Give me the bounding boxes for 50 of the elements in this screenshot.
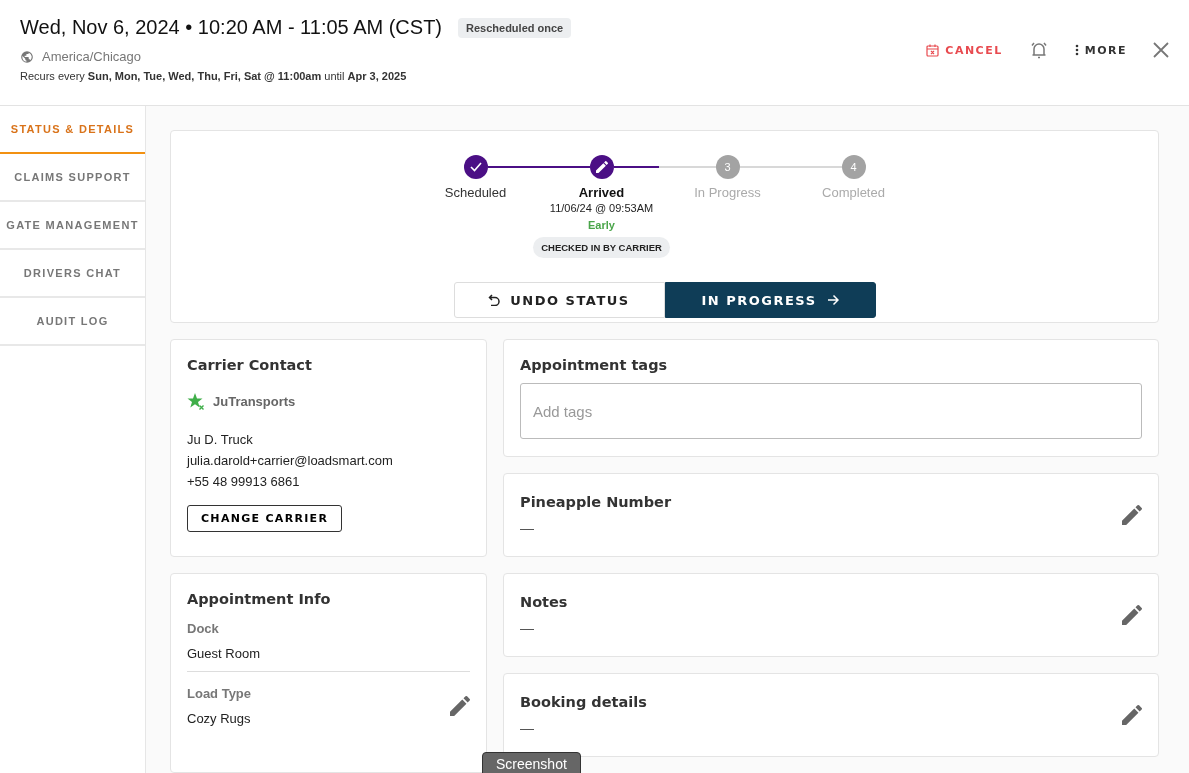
card-value: — (520, 620, 535, 636)
contact-name: Ju D. Truck (187, 432, 254, 447)
undo-status-button[interactable]: UNDO STATUS (453, 282, 665, 318)
edit-icon[interactable] (1122, 705, 1142, 725)
card-title: Appointment Info (187, 591, 332, 607)
more-button[interactable]: MORE (1074, 43, 1127, 57)
card-title: Booking details (520, 694, 647, 710)
step-label: Arrived (578, 185, 625, 200)
field-value: Cozy Rugs (187, 711, 252, 726)
recurrence-text: Recurs every Sun, Mon, Tue, Wed, Thu, Fri, Sat @ 11:00am until Apr 3, 2025 (20, 70, 408, 82)
tooltip: Screenshot (482, 752, 581, 773)
step-time: 11/06/24 @ 09:53AM (549, 202, 654, 214)
timezone: America/Chicago (42, 49, 141, 64)
carrier-name: JuTransports (213, 394, 296, 409)
rescheduled-badge: Rescheduled once (458, 17, 572, 38)
step-label: In Progress (694, 185, 761, 200)
card-value: — (520, 720, 535, 736)
edit-icon[interactable] (1122, 505, 1142, 525)
step-timing: Early (588, 219, 615, 231)
edit-icon[interactable] (450, 696, 470, 716)
card-title: Appointment tags (520, 357, 669, 373)
contact-email: julia.darold+carrier@loadsmart.com (187, 453, 394, 468)
close-icon[interactable] (1153, 42, 1169, 58)
cancel-button[interactable]: CANCEL (926, 43, 1003, 57)
card-title: Notes (520, 594, 568, 610)
calendar-icon (926, 43, 940, 57)
step-number: 3 (724, 161, 731, 173)
card-value: — (520, 520, 535, 536)
field-label: Dock (187, 621, 220, 636)
dots-icon (1074, 44, 1079, 56)
card-title: Carrier Contact (187, 357, 313, 373)
appointment-title: Wed, Nov 6, 2024 • 10:20 AM - 11:05 AM (CST) (20, 16, 442, 39)
undo-icon (488, 294, 501, 306)
step-label: Completed (822, 185, 885, 200)
change-carrier-button[interactable]: CHANGE CARRIER (187, 505, 343, 532)
pencil-icon[interactable] (595, 161, 608, 173)
globe-icon (20, 49, 34, 64)
card-title: Pineapple Number (520, 494, 672, 510)
checked-in-badge: CHECKED IN BY CARRIER (533, 237, 670, 258)
field-label: Load Type (187, 686, 252, 701)
check-icon (469, 162, 482, 172)
star-icon (187, 393, 205, 410)
edit-icon[interactable] (1122, 605, 1142, 625)
tags-input-field[interactable]: Add tags (520, 383, 1142, 439)
in-progress-button[interactable]: IN PROGRESS (664, 282, 876, 318)
contact-phone: +55 48 99913 6861 (187, 474, 301, 489)
step-number: 4 (850, 161, 857, 173)
field-value: Guest Room (187, 646, 260, 661)
step-label: Scheduled (444, 185, 507, 200)
arrow-right-icon (826, 294, 839, 306)
